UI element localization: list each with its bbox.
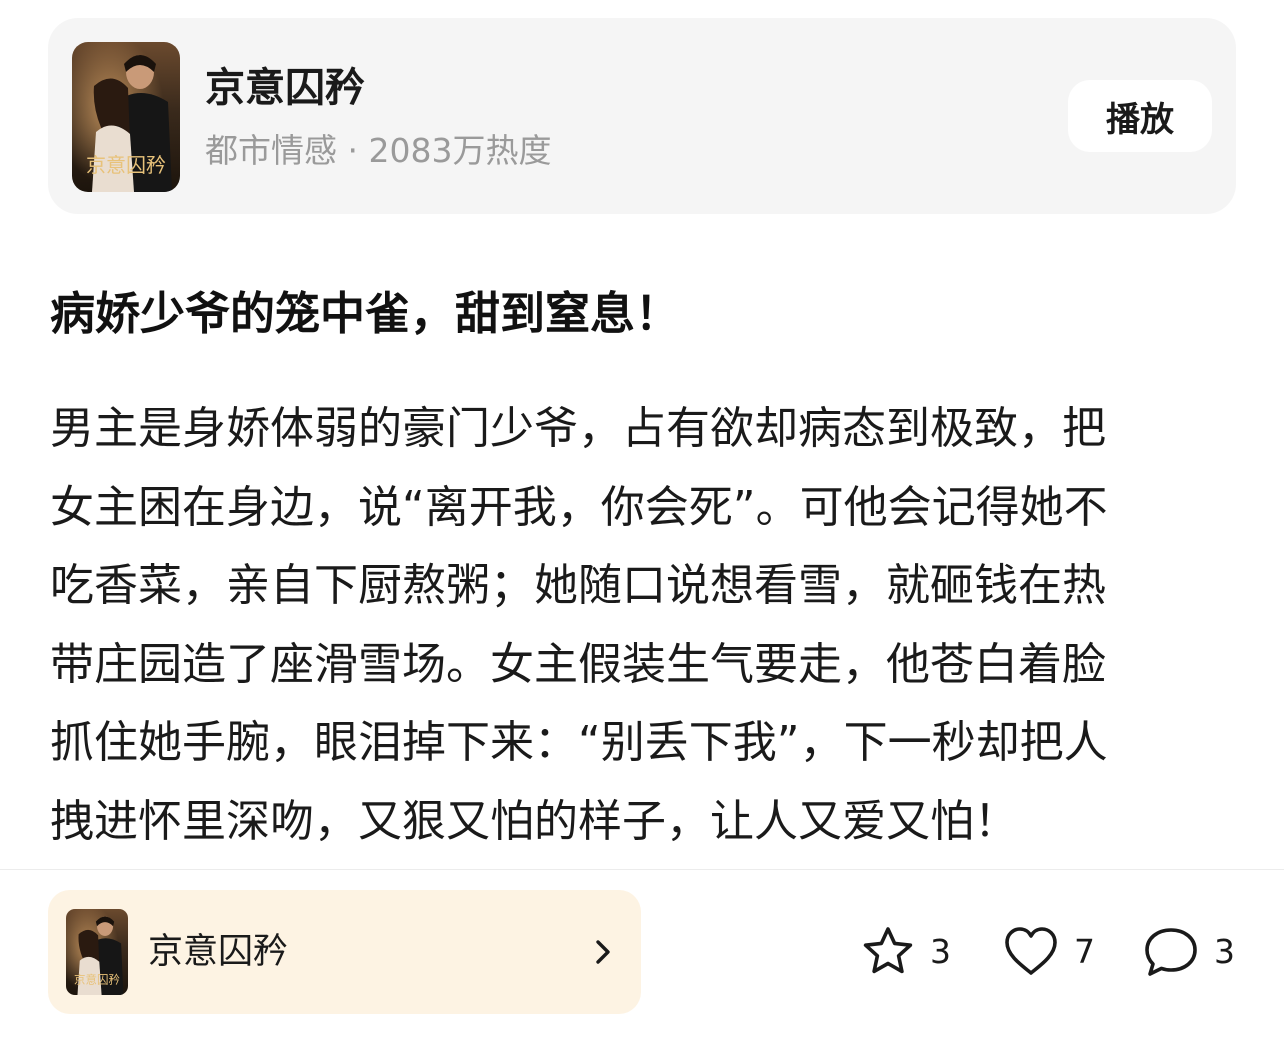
comment-button[interactable]: 3 bbox=[1142, 920, 1235, 984]
post-body-line: 吃香菜，亲自下厨熬粥；她随口说想看雪，就砸钱在热 bbox=[50, 560, 1106, 611]
drama-title[interactable]: 京意囚矜 bbox=[205, 64, 365, 112]
like-button[interactable]: 7 bbox=[1002, 920, 1095, 984]
drama-link-cover-image: 京意囚矜 bbox=[66, 909, 128, 995]
star-icon bbox=[863, 927, 913, 974]
collect-count: 3 bbox=[930, 932, 951, 971]
drama-link-title: 京意囚矜 bbox=[148, 932, 289, 972]
cover-poster-graphic: 京意囚矜 bbox=[66, 909, 128, 995]
drama-meta: 都市情感 · 2083万热度 bbox=[205, 131, 552, 170]
drama-cover-image[interactable]: 京意囚矜 bbox=[72, 42, 180, 192]
svg-text:京意囚矜: 京意囚矜 bbox=[86, 153, 166, 177]
cover-poster-graphic: 京意囚矜 bbox=[72, 42, 180, 192]
chevron-right-icon bbox=[596, 940, 610, 964]
post-body-line: 带庄园造了座滑雪场。女主假装生气要走，他苍白着脸 bbox=[50, 638, 1106, 690]
post-body: 男主是身娇体弱的豪门少爷，占有欲却病态到极致，把 女主困在身边，说“离开我，你会… bbox=[50, 390, 1240, 861]
drama-info-card[interactable]: 京意囚矜 京意囚矜 都市情感 · 2083万热度 播放 bbox=[48, 18, 1236, 214]
drama-link-card[interactable]: 京意囚矜 京意囚矜 bbox=[48, 890, 641, 1014]
play-button[interactable]: 播放 bbox=[1068, 80, 1212, 152]
comment-count: 3 bbox=[1214, 932, 1235, 971]
divider bbox=[0, 869, 1284, 870]
svg-text:京意囚矜: 京意囚矜 bbox=[74, 973, 120, 987]
post-body-line: 女主困在身边，说“离开我，你会死”。可他会记得她不 bbox=[50, 481, 1108, 533]
post-title: 病娇少爷的笼中雀，甜到窒息！ bbox=[50, 287, 681, 340]
comment-bubble-icon bbox=[1145, 928, 1197, 976]
collect-button[interactable]: 3 bbox=[860, 920, 951, 984]
like-count: 7 bbox=[1074, 932, 1095, 971]
post-body-line: 抓住她手腕，眼泪掉下来：“别丢下我”，下一秒却把人 bbox=[50, 717, 1108, 768]
post-body-line: 男主是身娇体弱的豪门少爷，占有欲却病态到极致，把 bbox=[50, 403, 1106, 454]
post-body-line: 拽进怀里深吻，又狠又怕的样子，让人又爱又怕！ bbox=[50, 795, 1018, 847]
heart-icon bbox=[1005, 927, 1057, 975]
